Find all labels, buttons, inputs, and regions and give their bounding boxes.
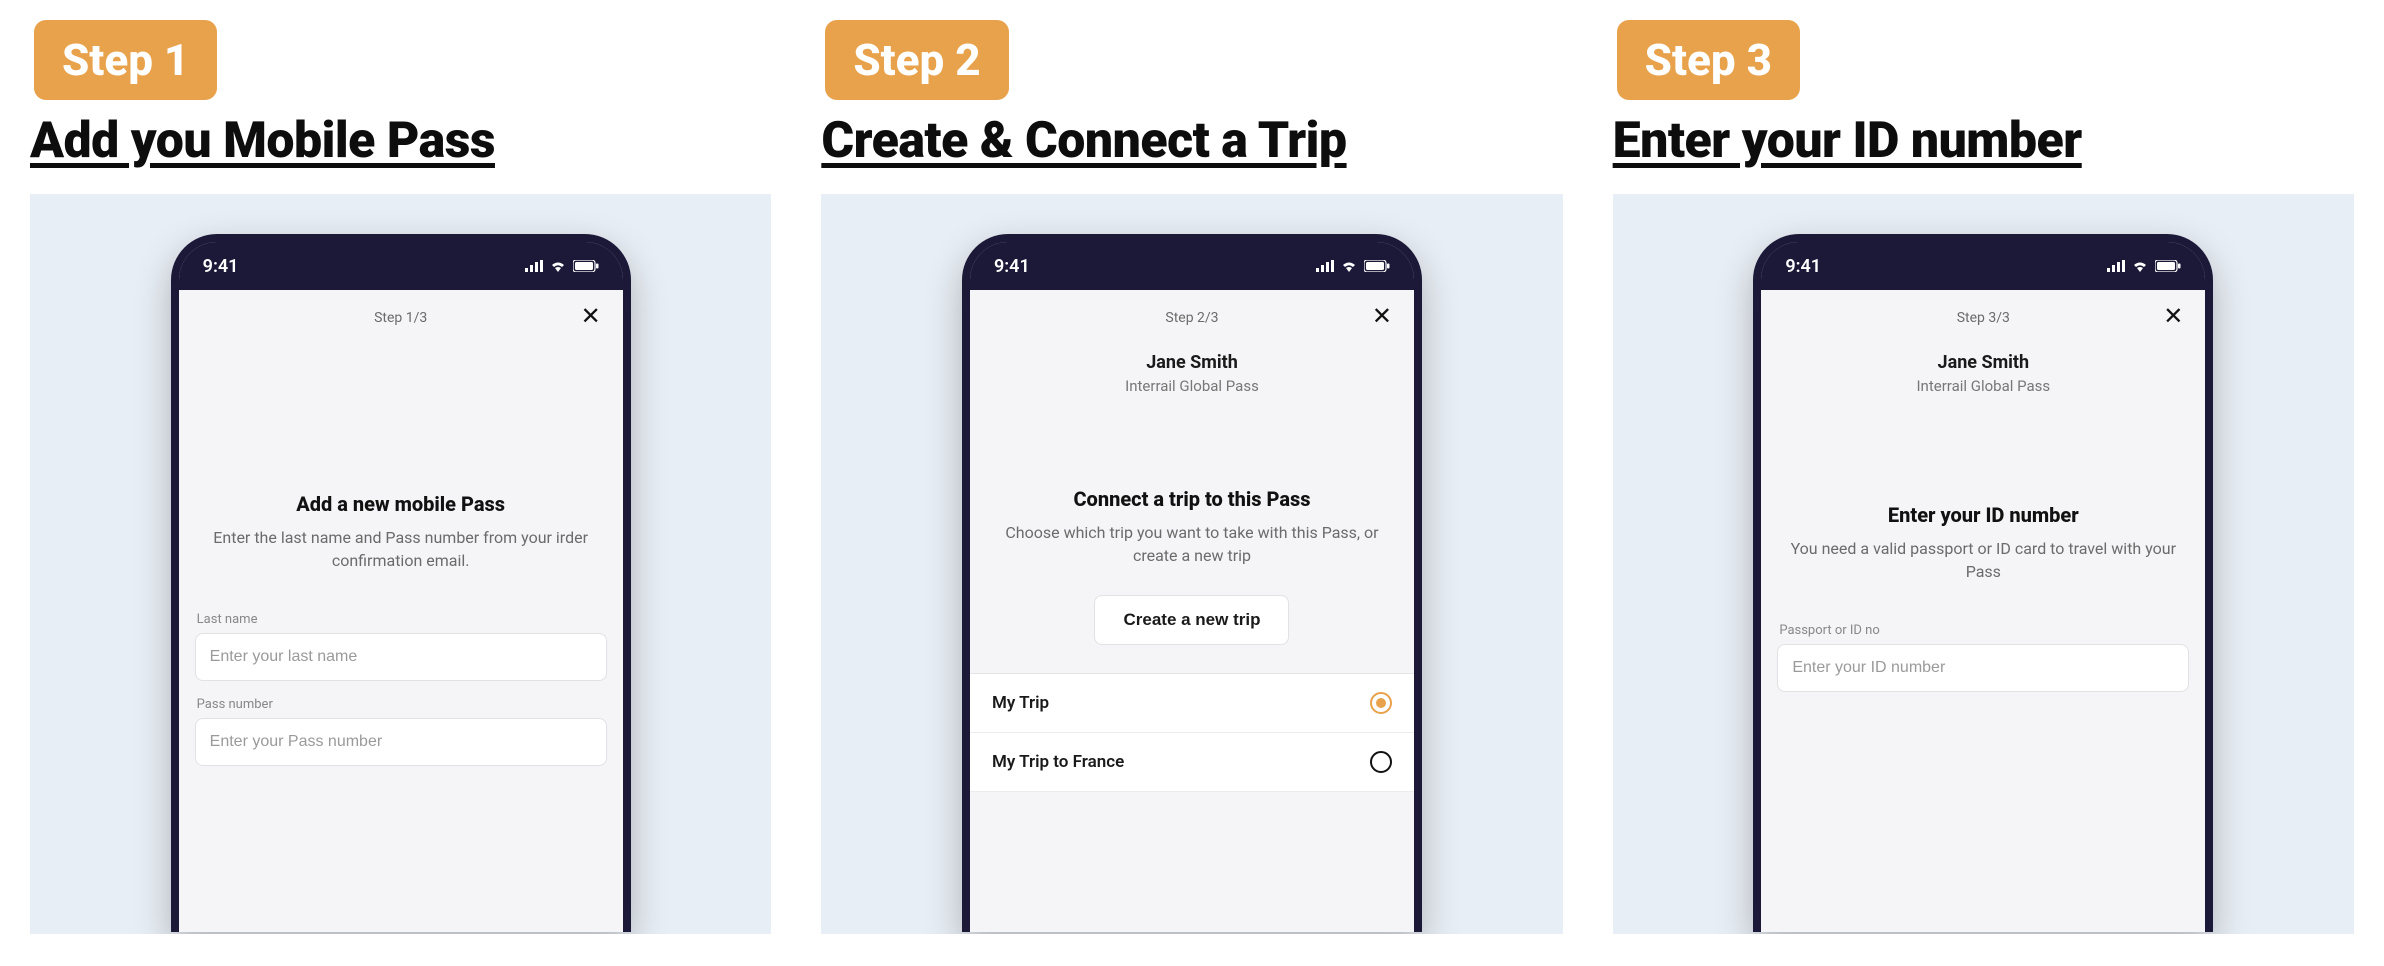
wifi-icon — [549, 260, 567, 272]
step-title: Create & Connect a Trip — [821, 112, 1562, 170]
step-title: Add you Mobile Pass — [30, 112, 771, 170]
battery-icon — [1364, 260, 1390, 272]
phone-frame: 9:41 Step 3/3 ✕ — [1753, 234, 2213, 932]
create-trip-button[interactable]: Create a new trip — [1094, 595, 1289, 645]
step-indicator: Step 3/3 — [1957, 310, 2010, 326]
notch — [1903, 242, 2063, 270]
notch — [1112, 242, 1272, 270]
step-title: Enter your ID number — [1613, 112, 2354, 170]
trip-row[interactable]: My Trip to France — [970, 733, 1414, 792]
signal-icon — [2107, 260, 2125, 272]
notch — [321, 242, 481, 270]
close-icon[interactable]: ✕ — [577, 302, 605, 330]
trip-row[interactable]: My Trip — [970, 674, 1414, 733]
status-bar: 9:41 — [1761, 242, 2205, 290]
phone-stage: 9:41 Step 2/3 ✕ — [821, 194, 1562, 934]
last-name-input[interactable] — [195, 633, 607, 681]
trip-label: My Trip — [992, 693, 1049, 713]
step-indicator: Step 1/3 — [374, 310, 427, 326]
trip-list: My Trip My Trip to France — [970, 673, 1414, 792]
phone-stage: 9:41 Step 1/3 ✕ Add a new mo — [30, 194, 771, 934]
screen-heading: Enter your ID number — [1777, 503, 2189, 527]
close-icon[interactable]: ✕ — [2159, 302, 2187, 330]
step-column-3: Step 3 Enter your ID number 9:41 — [1613, 0, 2354, 934]
wifi-icon — [2131, 260, 2149, 272]
id-label: Passport or ID no — [1779, 623, 2189, 638]
step-badge: Step 3 — [1617, 20, 1800, 100]
trip-label: My Trip to France — [992, 752, 1124, 772]
signal-icon — [1316, 260, 1334, 272]
status-time: 9:41 — [994, 256, 1030, 277]
step-badge: Step 1 — [34, 20, 217, 100]
battery-icon — [573, 260, 599, 272]
phone-screen: 9:41 Step 1/3 ✕ Add a new mo — [179, 242, 623, 932]
phone-stage: 9:41 Step 3/3 ✕ — [1613, 194, 2354, 934]
close-icon[interactable]: ✕ — [1368, 302, 1396, 330]
pass-type: Interrail Global Pass — [1777, 377, 2189, 395]
step-indicator: Step 2/3 — [1165, 310, 1218, 326]
phone-frame: 9:41 Step 1/3 ✕ Add a new mo — [171, 234, 631, 932]
id-input[interactable] — [1777, 644, 2189, 692]
last-name-label: Last name — [197, 612, 607, 627]
status-indicators — [1316, 260, 1390, 272]
user-name: Jane Smith — [986, 352, 1398, 373]
status-bar: 9:41 — [179, 242, 623, 290]
step-column-1: Step 1 Add you Mobile Pass 9:41 — [30, 0, 771, 934]
phone-frame: 9:41 Step 2/3 ✕ — [962, 234, 1422, 932]
user-name: Jane Smith — [1777, 352, 2189, 373]
step-column-2: Step 2 Create & Connect a Trip 9:41 — [821, 0, 1562, 934]
pass-number-input[interactable] — [195, 718, 607, 766]
status-indicators — [2107, 260, 2181, 272]
screen-heading: Add a new mobile Pass — [195, 492, 607, 516]
phone-screen: 9:41 Step 2/3 ✕ — [970, 242, 1414, 932]
pass-number-label: Pass number — [197, 697, 607, 712]
radio-selected-icon[interactable] — [1370, 692, 1392, 714]
phone-screen: 9:41 Step 3/3 ✕ — [1761, 242, 2205, 932]
screen-subtext: Choose which trip you want to take with … — [996, 521, 1388, 567]
status-indicators — [525, 260, 599, 272]
signal-icon — [525, 260, 543, 272]
status-time: 9:41 — [1785, 256, 1821, 277]
step-badge: Step 2 — [825, 20, 1008, 100]
screen-heading: Connect a trip to this Pass — [986, 487, 1398, 511]
battery-icon — [2155, 260, 2181, 272]
screen-subtext: You need a valid passport or ID card to … — [1787, 537, 2179, 583]
pass-type: Interrail Global Pass — [986, 377, 1398, 395]
radio-unselected-icon[interactable] — [1370, 751, 1392, 773]
wifi-icon — [1340, 260, 1358, 272]
screen-subtext: Enter the last name and Pass number from… — [205, 526, 597, 572]
status-bar: 9:41 — [970, 242, 1414, 290]
status-time: 9:41 — [203, 256, 239, 277]
